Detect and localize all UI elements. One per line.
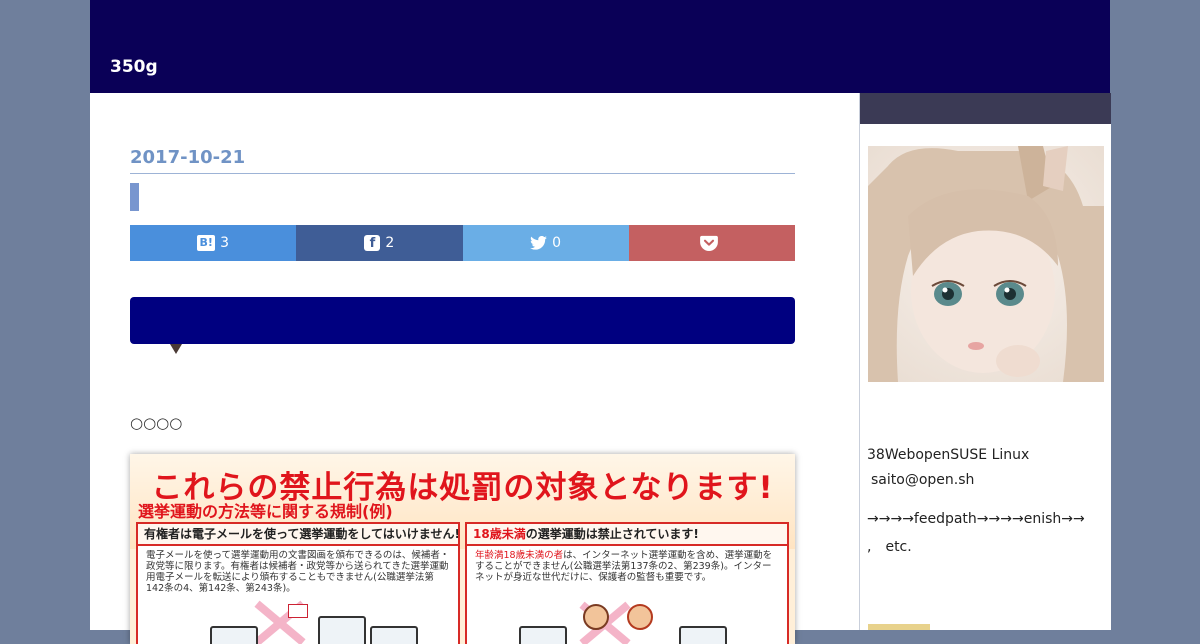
figure-box-email-text: 電子メールを使って選挙運動用の文書図画を頒布できるのは、候補者・政党等に限ります…	[146, 550, 450, 594]
post-date: 2017-10-21	[130, 147, 795, 174]
election-rules-image: これらの禁止行為は処罰の対象となります! 選挙運動の方法等に関する規制(例) 有…	[130, 454, 795, 644]
facebook-count: 2	[385, 235, 395, 251]
laptop-icon	[519, 626, 567, 644]
main-content: 2017-10-21 B! 3 f 2 0 ○○○○ これらの禁止行為は処罰の対…	[130, 93, 795, 644]
facebook-share-button[interactable]: f 2	[296, 225, 463, 261]
share-bar: B! 3 f 2 0	[130, 225, 795, 261]
sidebar-header	[860, 93, 1111, 124]
twitter-bird-icon	[530, 236, 548, 250]
sidebar: 38WebopenSUSE Linux saito@open.sh →→→→fe…	[859, 93, 1111, 630]
profile-avatar	[868, 146, 1104, 382]
speech-balloon-tail	[170, 344, 182, 354]
figure-box-minors-title-red: 18歳未満	[473, 527, 526, 541]
figure-subtitle: 選挙運動の方法等に関する規制(例)	[138, 502, 393, 521]
twitter-count: 0	[552, 235, 562, 251]
site-header: 350g	[90, 0, 1110, 93]
twitter-share-button[interactable]: 0	[462, 225, 629, 261]
figure-box-email-title: 有権者は電子メールを使って選挙運動をしてはいけません!	[138, 524, 458, 546]
figure-box-minors-title-rest: の選挙運動は禁止されています!	[525, 527, 699, 541]
post-title-marker	[130, 183, 139, 211]
circles-text: ○○○○	[130, 414, 183, 432]
profile-career: →→→→feedpath→→→→enish→→	[867, 511, 1085, 527]
profile-email: saito@open.sh	[871, 472, 975, 488]
speech-balloon	[130, 297, 795, 344]
laptop-icon	[679, 626, 727, 644]
page-wrapper: 350g 2017-10-21 B! 3 f 2 0 ○○○○ これらの禁止行為…	[90, 0, 1111, 644]
student-icon	[627, 604, 653, 630]
figure-box-minors-text: 年齢満18歳未満の者は、インターネット選挙運動を含め、選挙運動をすることができま…	[467, 546, 787, 583]
pocket-icon	[700, 235, 719, 251]
site-title-link[interactable]: 350g	[110, 57, 158, 77]
hatena-bookmark-button[interactable]: B! 3	[130, 225, 297, 261]
hatena-count: 3	[220, 235, 230, 251]
hatena-bookmark-icon: B!	[197, 235, 216, 251]
laptop-icon	[370, 626, 418, 644]
facebook-icon: f	[364, 235, 381, 251]
laptop-icon	[318, 616, 366, 644]
profile-etc: , etc.	[867, 539, 912, 555]
figure-box-minors-text-red: 年齢満18歳未満の者	[475, 550, 564, 561]
figure-box-minors-title: 18歳未満の選挙運動は禁止されています!	[467, 524, 787, 546]
figure-box-minors: 18歳未満の選挙運動は禁止されています! 年齢満18歳未満の者は、インターネット…	[465, 522, 789, 644]
email-envelope-icon	[288, 604, 308, 618]
profile-description: 38WebopenSUSE Linux	[867, 447, 1030, 463]
doll-portrait-image	[868, 146, 1104, 382]
figure-box-email: 有権者は電子メールを使って選挙運動をしてはいけません! 電子メールを使って選挙運…	[136, 522, 460, 644]
laptop-icon	[210, 626, 258, 644]
student-icon	[583, 604, 609, 630]
sidebar-gold-strip	[868, 624, 930, 630]
pocket-save-button[interactable]	[628, 225, 795, 261]
